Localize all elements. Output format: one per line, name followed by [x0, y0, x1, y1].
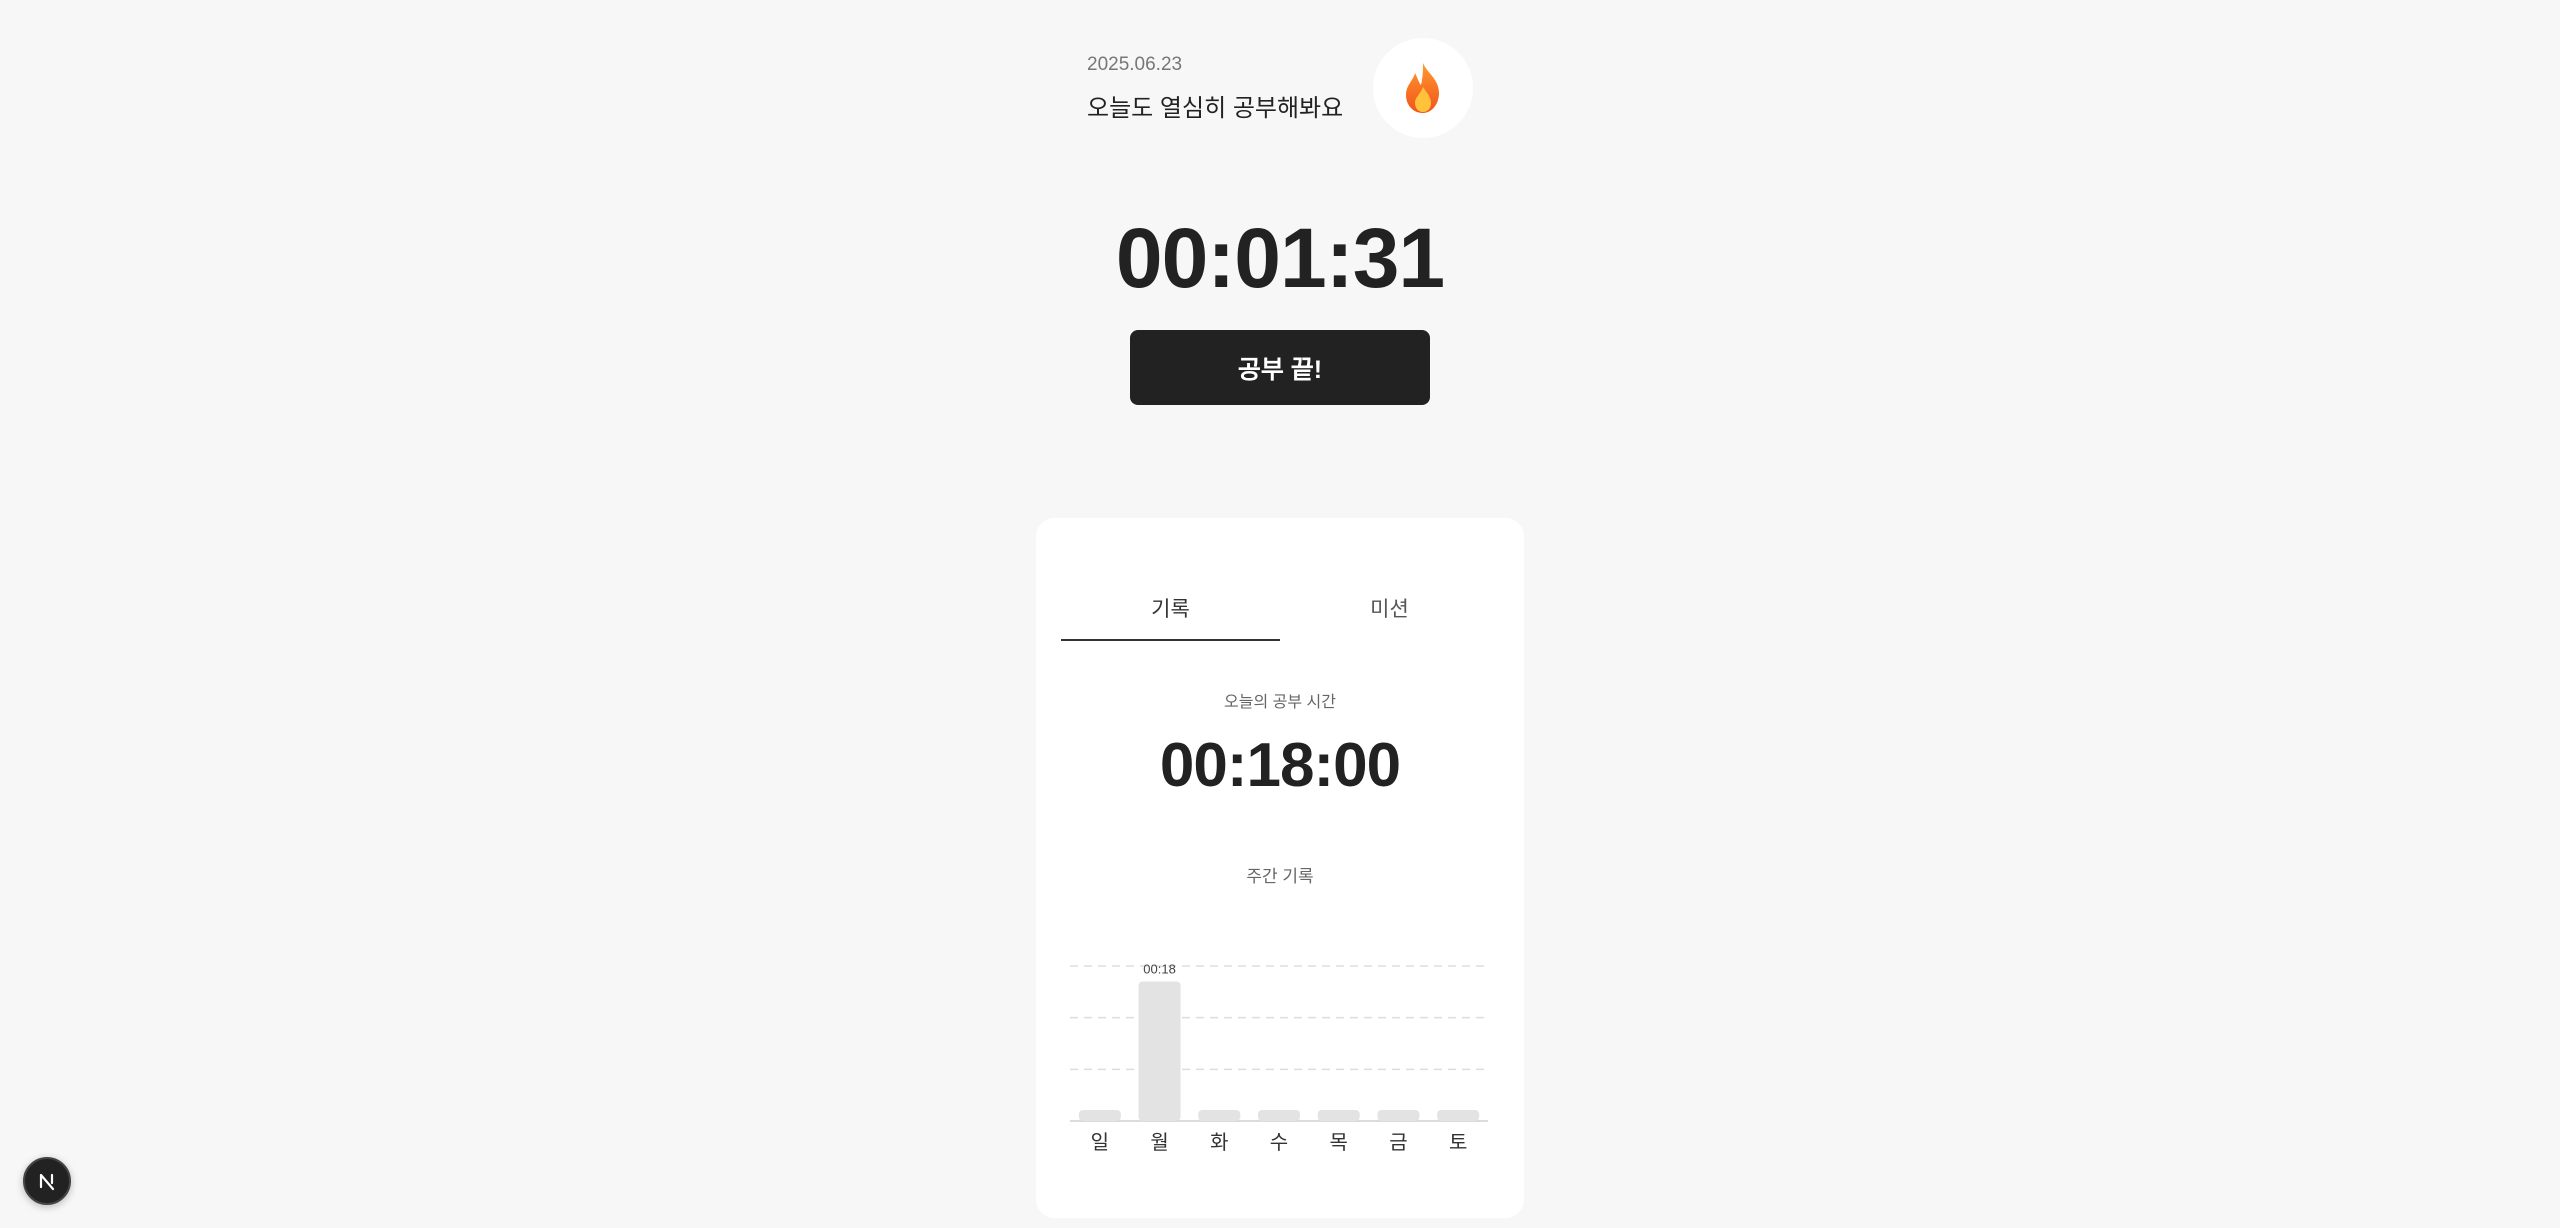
tab-bar: 기록 미션: [1061, 553, 1499, 641]
day-tick-label: 일: [1091, 1130, 1109, 1154]
greeting-text: 오늘도 열심히 공부해봐요: [1087, 95, 1344, 122]
flame-icon: [1406, 63, 1439, 113]
day-tick-label: 화: [1210, 1130, 1228, 1154]
day-tick-label: 목: [1330, 1130, 1348, 1154]
tab-records[interactable]: 기록: [1061, 553, 1280, 641]
day-tick-label: 월: [1150, 1130, 1168, 1154]
chart-bar: [1377, 1110, 1420, 1121]
streak-avatar: [1373, 38, 1473, 138]
chart-bar: [1437, 1110, 1480, 1121]
date-text: 2025.06.23: [1087, 54, 1183, 75]
day-tick-label: 수: [1270, 1130, 1288, 1154]
nextjs-badge[interactable]: [23, 1157, 71, 1205]
tab-missions[interactable]: 미션: [1280, 553, 1499, 641]
active-tab-indicator: [1061, 639, 1280, 641]
current-timer: 00:01:31: [1115, 211, 1445, 305]
end-study-button[interactable]: 공부 끝!: [1130, 330, 1430, 405]
chart-bar: [1258, 1110, 1300, 1121]
chart-bar: [1317, 1110, 1360, 1121]
day-tick-label: 토: [1449, 1130, 1467, 1154]
bar-value-label: 00:18: [1143, 962, 1176, 977]
study-timer-page: 2025.06.23 오늘도 열심히 공부해봐요 00:01:31 공부 끝! …: [0, 0, 2560, 1228]
chart-bar: [1138, 981, 1181, 1121]
weekly-bar-chart: 일 00:18 월 화 수 목 금 토: [1054, 918, 1504, 1168]
today-study-time: 00:18:00: [1159, 731, 1401, 800]
header: 2025.06.23 오늘도 열심히 공부해봐요: [1087, 36, 1477, 140]
nextjs-logo-icon: [39, 1173, 55, 1191]
day-tick-label: 금: [1389, 1130, 1407, 1154]
chart-bar: [1198, 1110, 1241, 1121]
today-study-label: 오늘의 공부 시간: [1224, 694, 1336, 711]
weekly-record-label: 주간 기록: [1246, 867, 1314, 886]
weekly-chart-svg: 일 00:18 월 화 수 목 금 토: [1070, 962, 1488, 1154]
chart-bar: [1078, 1110, 1121, 1121]
record-card: 기록 미션 오늘의 공부 시간 00:18:00 주간 기록 일 00:18 월 화 수…: [1036, 518, 1524, 1218]
